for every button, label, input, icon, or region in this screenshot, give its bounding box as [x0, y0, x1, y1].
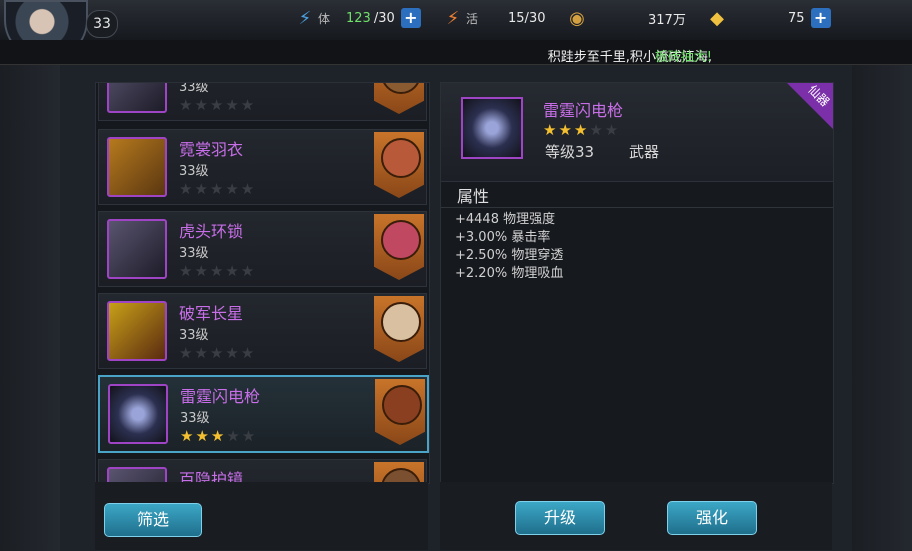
fire-bolt-icon: ⚡	[446, 7, 460, 29]
item-level: 33级	[179, 246, 209, 261]
hero-portrait-badge	[374, 83, 424, 114]
stamina-label: 体	[318, 11, 331, 26]
list-item[interactable]: 百隐护镜	[98, 459, 427, 483]
chain-lock-icon	[107, 219, 167, 279]
gold-add-button[interactable]: +	[810, 8, 831, 28]
item-level: 33级	[180, 411, 210, 426]
hero-portrait-badge	[374, 462, 424, 483]
detail-item-name: 雷霆闪电枪	[543, 101, 624, 120]
item-name: 雷霆闪电枪	[180, 387, 261, 406]
hero-portrait-badge	[374, 132, 424, 198]
item-level: 33级	[179, 82, 209, 95]
gold-ingot-icon: ◆	[710, 7, 724, 29]
list-item-selected[interactable]: 雷霆闪电枪 33级 ★★★★★	[98, 375, 429, 453]
detail-stars: ★★★★★	[543, 121, 621, 139]
energy-stat: ⚡ 活 15/30	[440, 6, 546, 30]
stamina-current: 123	[346, 10, 371, 26]
coins-stat: ◉ 317万	[564, 6, 686, 30]
list-item[interactable]: 虎头环锁 33级 ★★★★★	[98, 211, 427, 287]
hero-portrait-badge	[375, 379, 425, 445]
attribute-line: +4448 物理强度	[455, 212, 556, 227]
coin-icon: ◉	[569, 7, 585, 29]
item-name: 破军长星	[179, 304, 244, 323]
attributes-list: +4448 物理强度 +3.00% 暴击率 +2.50% 物理穿透 +2.20%…	[455, 211, 563, 283]
robe-icon	[107, 137, 167, 197]
list-item[interactable]: 霓裳羽衣 33级 ★★★★★	[98, 129, 427, 205]
player-level: 33	[86, 10, 118, 38]
news-ticker: 积跬步至千里,积小流成江海, 板砖抽大!	[0, 40, 912, 65]
item-level: 33级	[179, 164, 209, 179]
item-stars: ★★★★★	[179, 180, 257, 198]
left-frame	[0, 64, 60, 551]
hero-portrait-badge	[374, 214, 424, 280]
detail-header: 雷霆闪电枪 ★★★★★ 等级33 武器 仙器	[441, 82, 833, 182]
lightning-icon: ⚡	[298, 7, 312, 29]
list-footer: 筛选	[95, 482, 428, 550]
attribute-line: +2.50% 物理穿透	[455, 248, 564, 263]
item-stars: ★★★★★	[179, 96, 257, 114]
enhance-button[interactable]: 强化	[667, 501, 757, 535]
item-level: 33级	[179, 328, 209, 343]
item-stars: ★★★★★	[180, 427, 258, 445]
attributes-title: 属性	[457, 187, 490, 206]
right-frame	[852, 64, 912, 551]
item-stars: ★★★★★	[179, 344, 257, 362]
energy-value: 15/30	[508, 10, 546, 26]
detail-level: 等级33	[545, 143, 595, 161]
hero-portrait-badge	[374, 296, 424, 362]
energy-label: 活	[466, 11, 479, 26]
stamina-max: /30	[373, 10, 395, 26]
item-detail-panel: 雷霆闪电枪 ★★★★★ 等级33 武器 仙器 属性 +4448 物理强度 +3.…	[440, 82, 834, 484]
filter-button[interactable]: 筛选	[104, 503, 202, 537]
ticker-highlight: 板砖抽大!	[654, 50, 712, 65]
attribute-line: +2.20% 物理吸血	[455, 266, 564, 281]
lightning-spear-icon	[461, 97, 523, 159]
mace-icon	[107, 301, 167, 361]
item-name: 霓裳羽衣	[179, 140, 244, 159]
coins-value: 317万	[648, 12, 686, 28]
item-stars: ★★★★★	[179, 262, 257, 280]
stamina-stat: ⚡ 体 123 /30 +	[292, 6, 421, 30]
item-name: 虎头环锁	[179, 222, 244, 241]
gold-stat: ◆ 75 +	[704, 6, 831, 30]
gold-value: 75	[788, 10, 805, 26]
upgrade-button[interactable]: 升级	[515, 501, 605, 535]
detail-footer: 升级 强化	[440, 482, 832, 550]
divider	[441, 207, 833, 208]
list-item[interactable]: 33级 ★★★★★	[98, 82, 427, 121]
detail-type: 武器	[629, 143, 660, 161]
list-item[interactable]: 破军长星 33级 ★★★★★	[98, 293, 427, 369]
attribute-line: +3.00% 暴击率	[455, 230, 551, 245]
top-bar: 33 ⚡ 体 123 /30 + ⚡ 活 15/30 ◉ 317万 ◆ 75 +	[0, 0, 912, 60]
equipment-list[interactable]: 33级 ★★★★★ 霓裳羽衣 33级 ★★★★★ 虎头环锁 33级 ★★★★★ …	[95, 82, 430, 484]
lightning-spear-icon	[108, 384, 168, 444]
stamina-add-button[interactable]: +	[400, 8, 421, 28]
armor-icon	[107, 83, 167, 113]
